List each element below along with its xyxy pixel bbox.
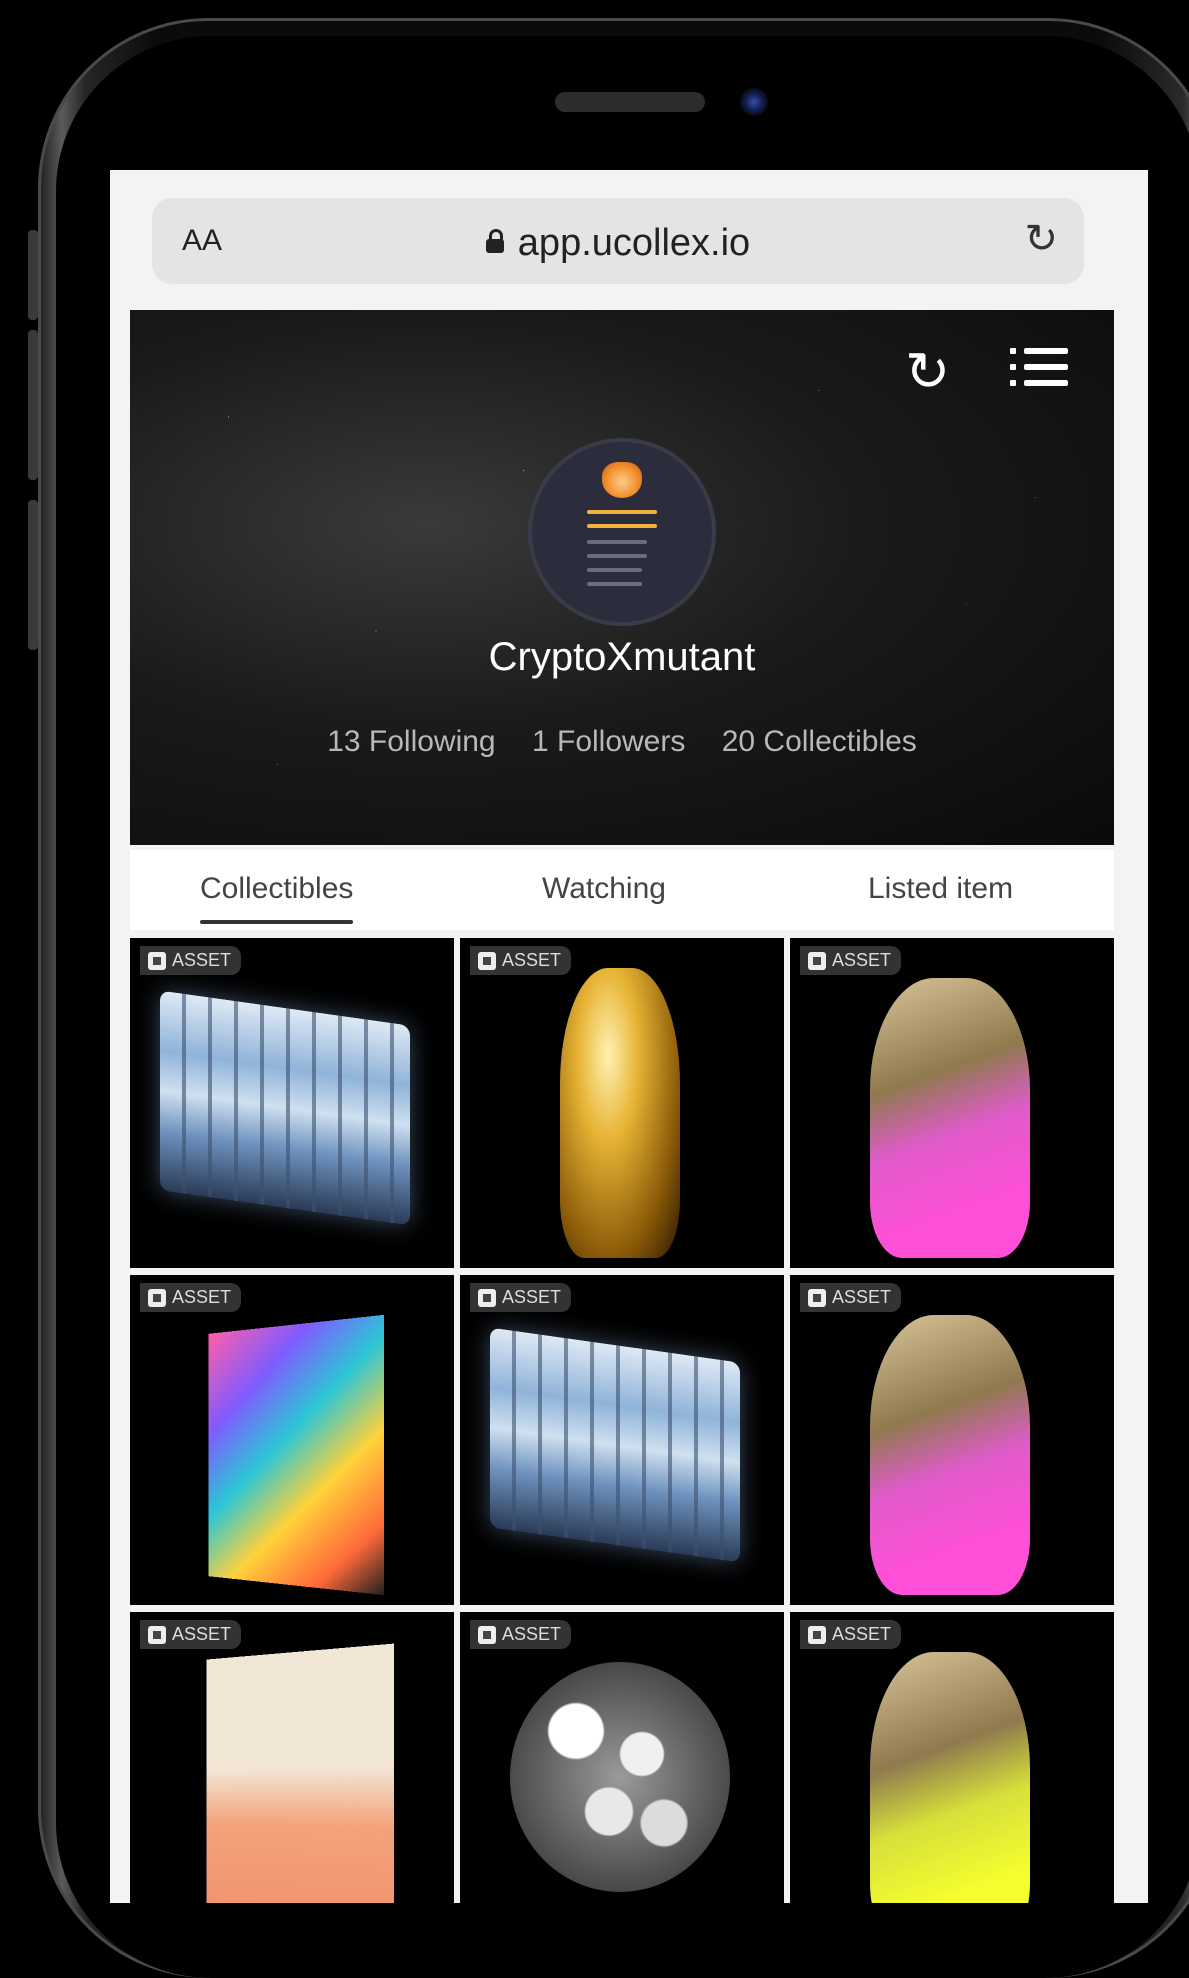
menu-icon[interactable] <box>1010 340 1068 396</box>
phone-screen: AA app.ucollex.io ↻ ↻ CryptoXmutant 13 F… <box>110 170 1148 1903</box>
collectible-card[interactable]: ASSET <box>130 938 454 1268</box>
collectible-card[interactable]: ASSET <box>460 1612 784 1903</box>
asset-badge: ASSET <box>140 1283 242 1312</box>
tab-listed-item[interactable]: Listed item <box>868 872 1013 906</box>
profile-username: CryptoXmutant <box>488 635 756 679</box>
tab-watching[interactable]: Watching <box>542 872 666 906</box>
bus-artwork <box>490 1327 740 1563</box>
collectible-card[interactable]: ASSET <box>790 938 1114 1268</box>
profile-tabs: Collectibles Watching Listed item <box>130 850 1114 930</box>
collectible-card[interactable]: ASSET <box>460 938 784 1268</box>
url-display[interactable]: app.ucollex.io <box>152 222 1084 265</box>
following-count[interactable]: 13 Following <box>327 725 495 758</box>
asset-badge: ASSET <box>140 1620 242 1649</box>
tab-collectibles[interactable]: Collectibles <box>200 872 354 924</box>
yellow-figure-artwork <box>870 1652 1030 1903</box>
asset-badge: ASSET <box>470 1620 572 1649</box>
asset-icon <box>148 1288 166 1307</box>
collectible-card[interactable]: ASSET <box>130 1275 454 1605</box>
profile-header: ↻ CryptoXmutant 13 Following 1 Followers… <box>130 310 1114 845</box>
front-camera <box>740 88 768 116</box>
asset-icon <box>478 1625 496 1644</box>
gold-figure-artwork <box>560 968 680 1258</box>
collectible-card[interactable]: ASSET <box>790 1275 1114 1605</box>
asset-icon <box>808 951 826 970</box>
history-icon[interactable]: ↻ <box>905 340 950 403</box>
asset-icon <box>148 951 166 970</box>
bus-artwork <box>160 990 410 1226</box>
avatar[interactable] <box>532 442 712 622</box>
collectible-card[interactable]: ASSET <box>130 1612 454 1903</box>
asset-icon <box>478 1288 496 1307</box>
pink-figure-artwork <box>870 978 1030 1258</box>
earpiece-speaker <box>555 92 705 112</box>
volume-up-button <box>28 330 38 480</box>
shiba-logo-icon <box>602 462 642 498</box>
portrait-painting-artwork <box>208 1314 385 1596</box>
asset-badge: ASSET <box>800 1620 902 1649</box>
buddha-canvas-artwork <box>206 1643 395 1903</box>
asset-icon <box>148 1625 166 1644</box>
followers-count[interactable]: 1 Followers <box>532 725 685 758</box>
bubble-sculpture-artwork <box>510 1662 730 1892</box>
lock-icon <box>485 229 504 253</box>
asset-badge: ASSET <box>140 946 242 975</box>
mute-switch <box>28 230 38 320</box>
asset-badge: ASSET <box>470 946 572 975</box>
url-text: app.ucollex.io <box>517 222 751 264</box>
profile-stats: 13 Following 1 Followers 20 Collectibles <box>130 725 1114 759</box>
asset-badge: ASSET <box>800 946 902 975</box>
asset-icon <box>808 1288 826 1307</box>
asset-badge: ASSET <box>800 1283 902 1312</box>
collectible-card[interactable]: ASSET <box>790 1612 1114 1903</box>
asset-icon <box>478 951 496 970</box>
asset-icon <box>808 1625 826 1644</box>
asset-badge: ASSET <box>470 1283 572 1312</box>
collectibles-count[interactable]: 20 Collectibles <box>722 725 917 758</box>
address-bar[interactable]: AA app.ucollex.io ↻ <box>152 198 1084 284</box>
collectible-card[interactable]: ASSET <box>460 1275 784 1605</box>
reload-icon[interactable]: ↻ <box>1024 216 1058 262</box>
volume-down-button <box>28 500 38 650</box>
pink-figure-artwork <box>870 1315 1030 1595</box>
